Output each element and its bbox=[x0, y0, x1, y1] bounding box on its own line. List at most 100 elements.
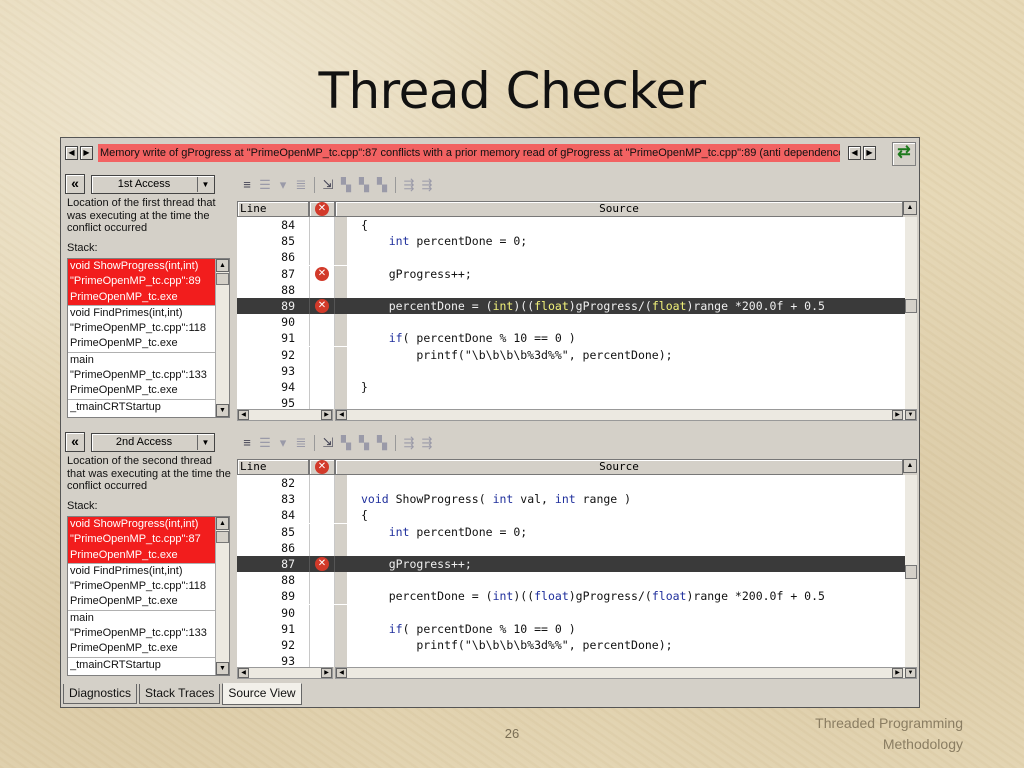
lines-icon[interactable]: ≡ bbox=[239, 177, 255, 193]
code-line[interactable]: 92 printf("\b\b\b\b%3d%%", percentDone); bbox=[237, 637, 917, 653]
find-next-icon[interactable]: ⇶ bbox=[419, 177, 435, 193]
column-header-error[interactable]: ✕ bbox=[309, 201, 335, 217]
prev-diagnostic-icon[interactable]: ◀ bbox=[848, 146, 861, 160]
lines-icon[interactable]: ≡ bbox=[239, 435, 255, 451]
source-code-view[interactable]: 84{85 int percentDone = 0; 86 87 ✕ gProgres… bbox=[237, 217, 917, 409]
code-line[interactable]: 90 bbox=[237, 604, 917, 621]
code-line[interactable]: 91 if( percentDone % 10 == 0 ) bbox=[237, 620, 917, 637]
code-line[interactable]: 83 void ShowProgress( int val, int range … bbox=[237, 491, 917, 508]
column-header-source[interactable]: Source bbox=[335, 459, 903, 475]
scroll-corner-icon[interactable]: ▼ bbox=[905, 410, 916, 420]
code-line[interactable]: 86 bbox=[237, 539, 917, 556]
column-header-line[interactable]: Line bbox=[237, 459, 309, 475]
code-line[interactable]: 87 ✕ gProgress++; bbox=[237, 556, 917, 573]
collapse-icon[interactable]: « bbox=[65, 174, 85, 194]
source-code-view[interactable]: 82 83 void ShowProgress( int val, int rang… bbox=[237, 475, 917, 667]
scroll-up-icon[interactable]: ▲ bbox=[216, 259, 229, 272]
code-line[interactable]: 94} bbox=[237, 379, 917, 395]
scroll-up-icon[interactable]: ▲ bbox=[903, 201, 917, 215]
access-dropdown[interactable]: 2nd Access ▼ bbox=[91, 433, 215, 452]
tab-stack-traces[interactable]: Stack Traces bbox=[139, 684, 221, 704]
stack-frame[interactable]: main "PrimeOpenMP_tc.cpp":133 PrimeOpenMP_… bbox=[68, 353, 216, 400]
source-vscrollbar[interactable] bbox=[905, 475, 917, 667]
find-icon[interactable]: ⇶ bbox=[401, 435, 417, 451]
code-line[interactable]: 85 int percentDone = 0; bbox=[237, 523, 917, 540]
scroll-thumb[interactable] bbox=[216, 531, 229, 543]
code-line[interactable]: 88 bbox=[237, 572, 917, 589]
bookmark-prev-icon[interactable]: ▚ bbox=[374, 177, 390, 193]
stack-frame[interactable]: void ShowProgress(int,int) "PrimeOpenMP_t… bbox=[68, 259, 216, 306]
goto-source-icon[interactable]: ⇲ bbox=[320, 435, 336, 451]
collapse-icon[interactable]: « bbox=[65, 432, 85, 452]
column-header-line[interactable]: Line bbox=[237, 201, 309, 217]
code-line[interactable]: 91 if( percentDone % 10 == 0 ) bbox=[237, 330, 917, 347]
list-icon[interactable]: ☰ bbox=[257, 435, 273, 451]
code-line[interactable]: 90 bbox=[237, 314, 917, 331]
scroll-left-icon[interactable]: ◀ bbox=[336, 410, 347, 420]
bookmark-icon[interactable]: ▚ bbox=[338, 177, 354, 193]
line-hscrollbar[interactable]: ◀ ▶ bbox=[237, 409, 333, 421]
dropdown-icon[interactable]: ▾ bbox=[275, 435, 291, 451]
code-line[interactable]: 86 bbox=[237, 249, 917, 266]
bookmark-prev-icon[interactable]: ▚ bbox=[374, 435, 390, 451]
error-x-icon[interactable]: ✕ bbox=[315, 266, 329, 281]
bookmark-next-icon[interactable]: ▚ bbox=[356, 435, 372, 451]
line-hscrollbar[interactable]: ◀ ▶ bbox=[237, 667, 333, 679]
refresh-icon[interactable]: ⇄ bbox=[892, 142, 916, 166]
scroll-up-icon[interactable]: ▲ bbox=[903, 459, 917, 473]
stack-scrollbar[interactable]: ▲ ▼ bbox=[215, 517, 229, 675]
next-diagnostic-icon[interactable]: ▶ bbox=[863, 146, 876, 160]
dropdown-icon[interactable]: ▾ bbox=[275, 177, 291, 193]
scroll-left-icon[interactable]: ◀ bbox=[238, 668, 249, 678]
stack-frame[interactable]: main "PrimeOpenMP_tc.cpp":133 PrimeOpenMP_… bbox=[68, 611, 216, 658]
scroll-right-icon[interactable]: ▶ bbox=[321, 668, 332, 678]
stack-frame[interactable]: _tmainCRTStartup "crtexe.c":586 bbox=[68, 658, 216, 675]
error-x-icon[interactable]: ✕ bbox=[315, 557, 329, 571]
scroll-thumb[interactable] bbox=[905, 565, 917, 579]
list-icon[interactable]: ☰ bbox=[257, 177, 273, 193]
scroll-right-icon[interactable]: ▶ bbox=[892, 668, 903, 678]
scroll-thumb[interactable] bbox=[905, 299, 917, 313]
scroll-up-icon[interactable]: ▲ bbox=[216, 517, 229, 530]
goto-source-icon[interactable]: ⇲ bbox=[320, 177, 336, 193]
source-hscrollbar[interactable]: ◀ ▶ ▼ bbox=[335, 409, 917, 421]
code-line[interactable]: 84 { bbox=[237, 507, 917, 524]
source-hscrollbar[interactable]: ◀ ▶ ▼ bbox=[335, 667, 917, 679]
find-next-icon[interactable]: ⇶ bbox=[419, 435, 435, 451]
source-vscrollbar[interactable] bbox=[905, 217, 917, 409]
code-line[interactable]: 95 bbox=[237, 395, 917, 409]
scroll-down-icon[interactable]: ▼ bbox=[216, 404, 229, 417]
chevron-down-icon[interactable]: ▼ bbox=[197, 177, 213, 192]
scroll-left-icon[interactable]: ◀ bbox=[238, 410, 249, 420]
tab-diagnostics[interactable]: Diagnostics bbox=[63, 684, 138, 704]
stack-frame[interactable]: void FindPrimes(int,int) "PrimeOpenMP_tc.… bbox=[68, 306, 216, 353]
code-line[interactable]: 84 { bbox=[237, 217, 917, 233]
stack-frame[interactable]: void ShowProgress(int,int) "PrimeOpenMP_t… bbox=[68, 517, 216, 564]
code-line[interactable]: 93 bbox=[237, 653, 917, 667]
scroll-right-icon[interactable]: ▶ bbox=[892, 410, 903, 420]
scroll-down-icon[interactable]: ▼ bbox=[216, 662, 229, 675]
scroll-corner-icon[interactable]: ▼ bbox=[905, 668, 916, 678]
find-icon[interactable]: ⇶ bbox=[401, 177, 417, 193]
bookmark-icon[interactable]: ▚ bbox=[338, 435, 354, 451]
scroll-thumb[interactable] bbox=[216, 273, 229, 285]
bookmark-next-icon[interactable]: ▚ bbox=[356, 177, 372, 193]
stack-frame[interactable]: void FindPrimes(int,int) "PrimeOpenMP_tc.… bbox=[68, 564, 216, 611]
error-x-icon[interactable]: ✕ bbox=[315, 299, 329, 313]
scroll-right-icon[interactable]: ▶ bbox=[321, 410, 332, 420]
code-line[interactable]: 87 ✕ gProgress++; bbox=[237, 265, 917, 282]
code-line[interactable]: 92 printf("\b\b\b\b%3d%%", percentDone); bbox=[237, 346, 917, 363]
prev-message-icon[interactable]: ◀ bbox=[65, 146, 78, 160]
tab-source-view[interactable]: Source View bbox=[222, 683, 302, 705]
next-message-icon[interactable]: ▶ bbox=[80, 146, 93, 160]
code-line[interactable]: 89 ✕ percentDone = (int)((float)gProgress… bbox=[237, 298, 917, 315]
scroll-left-icon[interactable]: ◀ bbox=[336, 668, 347, 678]
chevron-down-icon[interactable]: ▼ bbox=[197, 435, 213, 450]
column-header-error[interactable]: ✕ bbox=[309, 459, 335, 475]
code-line[interactable]: 88 bbox=[237, 281, 917, 298]
code-line[interactable]: 82 bbox=[237, 475, 917, 491]
access-dropdown[interactable]: 1st Access ▼ bbox=[91, 175, 215, 194]
stack-scrollbar[interactable]: ▲ ▼ bbox=[215, 259, 229, 417]
stack-frame[interactable]: _tmainCRTStartup "crtexe.c":586 bbox=[68, 400, 216, 417]
align-icon[interactable]: ≣ bbox=[293, 435, 309, 451]
